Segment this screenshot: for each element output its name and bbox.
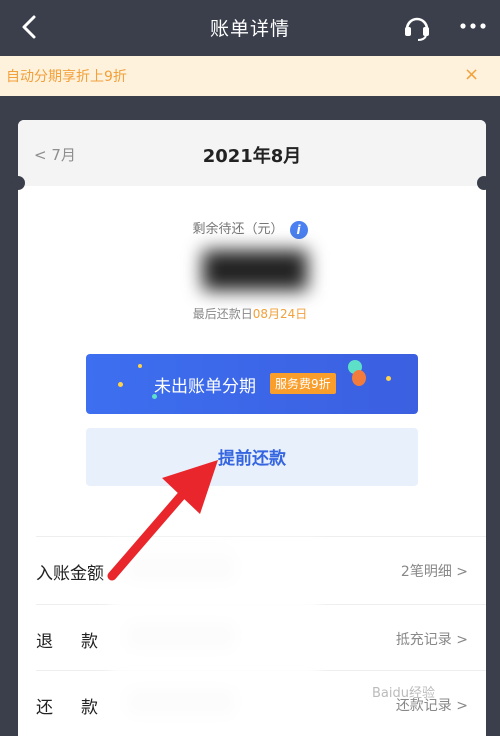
watermark: Baidu经验 (372, 686, 435, 701)
confetti-dot (118, 382, 123, 387)
row-label: 入账金额 (36, 564, 104, 584)
balloon-decoration (352, 370, 366, 386)
installment-button[interactable]: 未出账单分期 服务费9折 (86, 354, 418, 414)
due-date-label: 最后还款日 (192, 307, 253, 321)
installment-label: 未出账单分期 (154, 377, 256, 397)
more-dots-icon[interactable] (458, 14, 488, 38)
promo-text[interactable]: 自动分期享折上9折 (6, 66, 127, 86)
ticket-notch-left (11, 176, 25, 190)
annotation-arrow-icon (107, 460, 218, 581)
row-link[interactable]: 2笔明细 > (401, 561, 468, 581)
close-icon[interactable]: × (464, 64, 479, 85)
discount-badge: 服务费9折 (270, 373, 336, 394)
row-link[interactable]: 抵充记录 > (396, 629, 468, 649)
ticket-notch-right (477, 176, 491, 190)
promo-banner[interactable]: 自动分期享折上9折 × (0, 56, 500, 96)
headset-icon[interactable] (402, 12, 432, 42)
due-date-value: 08月24日 (252, 307, 308, 321)
current-month: 2021年8月 (202, 146, 302, 167)
top-bar: 账单详情 (0, 0, 500, 56)
remaining-label-text: 剩余待还（元） (192, 222, 284, 237)
remaining-amount-blurred: ████ (202, 251, 308, 291)
due-date-line: 最后还款日08月24日 (0, 305, 500, 322)
info-icon[interactable]: i (289, 220, 308, 239)
remaining-label: 剩余待还（元） i (0, 218, 500, 239)
month-switcher: < 7月 2021年8月 (18, 120, 486, 186)
confetti-dot (138, 364, 142, 368)
confetti-dot (386, 376, 391, 381)
